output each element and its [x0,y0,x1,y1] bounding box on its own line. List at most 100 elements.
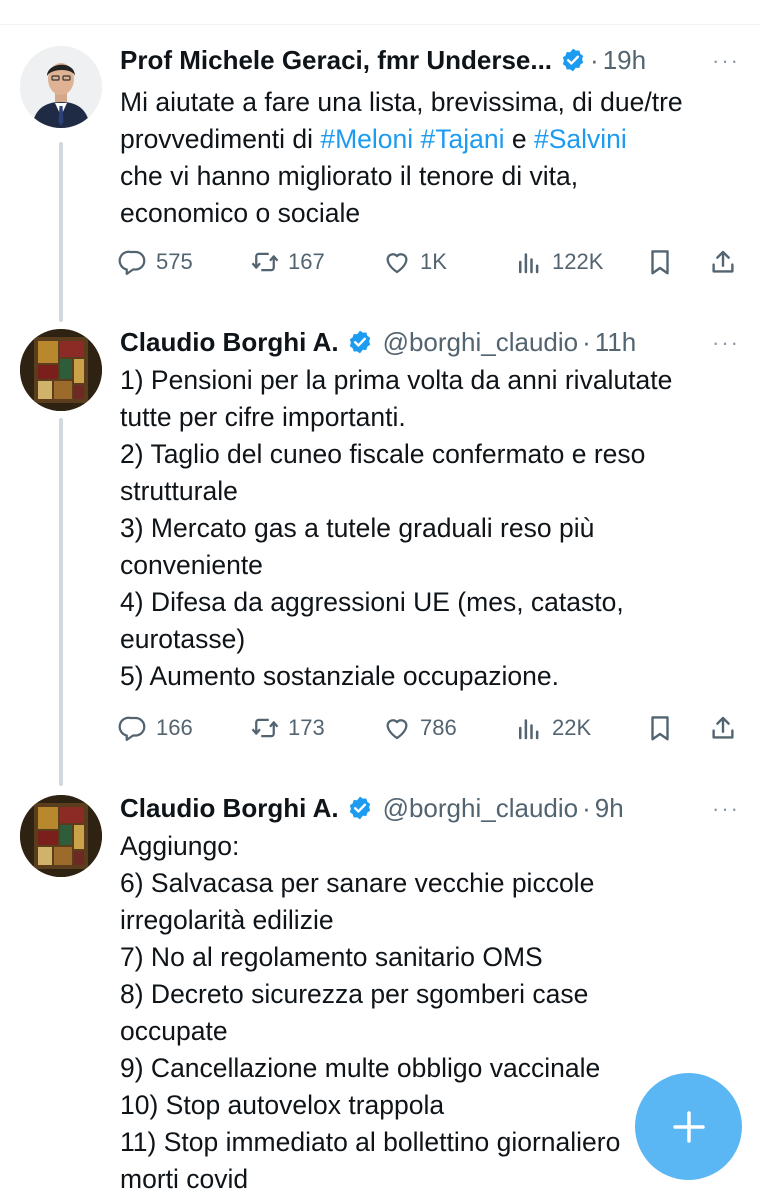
hashtag-link[interactable]: #Meloni [320,124,413,154]
tweet-header: Claudio Borghi A. @borghi_claudio · 9h [120,790,740,826]
hashtag-link[interactable]: #Tajani [421,124,505,154]
reply-icon [118,250,146,275]
author-handle[interactable]: @borghi_claudio [383,793,579,824]
tweet-text-line: 8) Decreto sicurezza per sgomberi case [120,976,726,1013]
text-segment: 9) Cancellazione multe obbligo vaccinale [120,1053,601,1083]
text-segment: Mi aiutate a fare una lista, brevissima,… [120,87,683,117]
bookmark-button[interactable] [645,708,675,748]
timestamp[interactable]: 11h [595,327,636,358]
author-name[interactable]: Claudio Borghi A. [120,793,339,824]
tweet-text-line: occupate [120,1013,726,1050]
separator-dot: · [582,792,591,823]
like-button[interactable]: 786 [382,708,457,748]
text-segment: 5) Aumento sostanziale occupazione. [120,661,559,691]
tweet-text-line: strutturale [120,473,726,510]
tweet-text-line: Aggiungo: [120,828,726,865]
tweet-header: Claudio Borghi A. @borghi_claudio · 11h [120,324,740,360]
timestamp[interactable]: 9h [595,793,624,824]
text-segment: tutte per cifre importanti. [120,402,406,432]
author-name[interactable]: Prof Michele Geraci, fmr Underse... [120,45,552,76]
views-chart-icon [519,253,539,274]
share-button[interactable] [708,242,738,282]
text-segment: morti covid [120,1164,249,1194]
reply-button[interactable]: 575 [118,242,193,282]
text-segment: 11) Stop immediato al bollettino giornal… [120,1127,621,1157]
avatar[interactable] [20,46,102,128]
tweet-text-line: 3) Mercato gas a tutele graduali reso pi… [120,510,726,547]
text-segment: eurotasse) [120,624,246,654]
tweet-header: Prof Michele Geraci, fmr Underse... · 19… [120,42,740,78]
views-button[interactable]: 122K [514,242,603,282]
tweet-text: Mi aiutate a fare una lista, brevissima,… [120,84,726,232]
tweet-text-line: 9) Cancellazione multe obbligo vaccinale [120,1050,726,1087]
text-segment [413,124,420,154]
like-count: 786 [420,715,457,740]
separator-dot: · [582,326,591,357]
avatar[interactable] [20,329,102,411]
retweet-button[interactable]: 173 [250,708,325,748]
tweet-text: Aggiungo: 6) Salvacasa per sanare vecchie… [120,828,726,1198]
avatar[interactable] [20,795,102,877]
tweet-text-line: 2) Taglio del cuneo fiscale confermato e… [120,436,726,473]
views-chart-icon [519,719,539,740]
action-bar: 575 167 1K 122K [118,242,740,282]
tweet-text: 1) Pensioni per la prima volta da anni r… [120,362,726,695]
text-segment: 8) Decreto sicurezza per sgomberi case [120,979,589,1009]
reply-count: 166 [156,715,193,740]
more-options-icon[interactable]: ··· [712,796,740,822]
timeline: Prof Michele Geraci, fmr Underse... · 19… [0,0,760,1200]
share-button[interactable] [708,708,738,748]
bookmark-button[interactable] [645,242,675,282]
text-segment: strutturale [120,476,238,506]
tweet-text-line: 4) Difesa da aggressioni UE (mes, catast… [120,584,726,621]
more-options-icon[interactable]: ··· [712,330,740,356]
retweet-count: 173 [288,715,325,740]
like-button[interactable]: 1K [382,242,447,282]
views-count: 22K [552,715,592,740]
text-segment: 1) Pensioni per la prima volta da anni r… [120,365,673,395]
tweet-text-line: provvedimenti di #Meloni #Tajani e #Salv… [120,121,726,158]
timestamp[interactable]: 19h [603,45,646,76]
compose-button[interactable] [635,1073,742,1180]
reply-count: 575 [156,249,193,274]
reply-button[interactable]: 166 [118,708,193,748]
tweet-text-line: 5) Aumento sostanziale occupazione. [120,658,726,695]
verified-badge-icon [349,796,370,820]
tweet[interactable]: Prof Michele Geraci, fmr Underse... · 19… [0,0,760,300]
text-segment: e [504,124,534,154]
tweet-text-line: morti covid [120,1161,726,1198]
verified-badge-icon [349,330,370,354]
text-segment: che vi hanno migliorato il tenore di vit… [120,161,579,191]
retweet-button[interactable]: 167 [250,242,325,282]
text-segment: provvedimenti di [120,124,321,154]
retweet-icon [251,718,279,738]
tweet[interactable]: Claudio Borghi A. @borghi_claudio · 11h … [0,300,760,770]
more-options-icon[interactable]: ··· [712,48,740,74]
text-segment: 6) Salvacasa per sanare vecchie piccole [120,868,595,898]
separator-dot: · [590,44,599,75]
verified-badge-icon [562,48,584,72]
reply-icon [118,716,146,741]
hashtag-link[interactable]: #Salvini [534,124,627,154]
tweet-text-line: economico o sociale [120,195,726,232]
action-bar: 166 173 786 22K [118,708,740,748]
views-count: 122K [552,249,604,274]
tweet-text-line: 1) Pensioni per la prima volta da anni r… [120,362,726,399]
share-icon [712,250,734,273]
tweet-text-line: eurotasse) [120,621,726,658]
bookmark-icon [651,716,669,741]
author-handle[interactable]: @borghi_claudio [383,327,579,358]
retweet-count: 167 [288,249,325,274]
text-segment: occupate [120,1016,228,1046]
tweet-text-line: irregolarità edilizie [120,902,726,939]
tweet-text-line: Mi aiutate a fare una lista, brevissima,… [120,84,726,121]
retweet-icon [251,252,279,272]
plus-icon [672,1110,705,1143]
text-segment: 3) Mercato gas a tutele graduali reso pi… [120,513,595,543]
tweet-text-line: che vi hanno migliorato il tenore di vit… [120,158,726,195]
views-button[interactable]: 22K [514,708,591,748]
text-segment: 10) Stop autovelox trappola [120,1090,445,1120]
tweet-text-line: 7) No al regolamento sanitario OMS [120,939,726,976]
author-name[interactable]: Claudio Borghi A. [120,327,339,358]
text-segment: economico o sociale [120,198,361,228]
